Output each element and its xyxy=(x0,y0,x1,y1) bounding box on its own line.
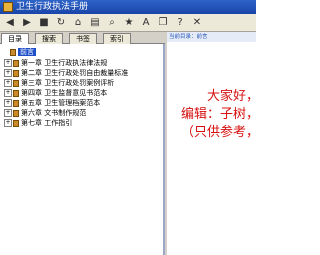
app-icon xyxy=(3,2,13,12)
expand-icon[interactable]: + xyxy=(4,59,12,67)
tab-bookmarks[interactable]: 书签 xyxy=(69,33,97,44)
tab-index[interactable]: 索引 xyxy=(103,33,131,44)
help-icon[interactable]: ? xyxy=(174,17,186,29)
toolbar: ◀ ▶ ■ ↻ ⌂ ▤ ⌕ ★ A ❐ ? ✕ xyxy=(0,14,256,32)
watermark-line: 编辑：子树， xyxy=(180,107,259,122)
tab-contents[interactable]: 目录 xyxy=(1,33,29,44)
favorites-icon[interactable]: ★ xyxy=(123,17,135,29)
chapter-label: 第五章 卫生管理档案范本 xyxy=(21,99,101,107)
book-icon xyxy=(13,99,19,107)
font-icon[interactable]: A xyxy=(140,17,152,29)
book-icon xyxy=(10,48,16,56)
chapter-label: 第一章 卫生行政执法律法规 xyxy=(21,59,108,67)
tree-item-chapter-2[interactable]: + 第二章 卫生行政处罚自由裁量标准 xyxy=(4,68,164,78)
print-icon[interactable]: ▤ xyxy=(89,17,101,29)
chapter-label: 第二章 卫生行政处罚自由裁量标准 xyxy=(21,69,129,77)
book-icon xyxy=(13,79,19,87)
chapter-label: 第三章 卫生行政处罚案例评析 xyxy=(21,79,115,87)
expand-icon[interactable]: + xyxy=(4,69,12,77)
title-bar: 卫生行政执法手册 xyxy=(0,0,256,14)
watermark-line: 大家好， xyxy=(206,89,259,104)
tree-item-chapter-7[interactable]: + 第七章 工作指引 xyxy=(4,118,164,128)
expand-icon[interactable]: + xyxy=(4,109,12,117)
tree-root[interactable]: 前言 xyxy=(4,47,164,57)
tree-item-chapter-3[interactable]: + 第三章 卫生行政处罚案例评析 xyxy=(4,78,164,88)
expand-icon[interactable]: + xyxy=(4,99,12,107)
stop-icon[interactable]: ■ xyxy=(38,17,50,29)
home-icon[interactable]: ⌂ xyxy=(72,17,84,29)
book-icon xyxy=(13,89,19,97)
book-icon xyxy=(13,59,19,67)
content-pane: 当前目录：前言 大家好， 编辑：子树， （只供参考， xyxy=(167,32,259,255)
exit-icon[interactable]: ✕ xyxy=(191,17,203,29)
forward-icon[interactable]: ▶ xyxy=(21,17,33,29)
chapter-label: 第六章 文书制作规范 xyxy=(21,109,87,117)
book-icon xyxy=(13,119,19,127)
tree-item-chapter-1[interactable]: + 第一章 卫生行政执法律法规 xyxy=(4,58,164,68)
tab-search[interactable]: 搜索 xyxy=(35,33,63,44)
navigation-pane: 目录 搜索 书签 索引 前言 + 第一章 卫生行政执法律法规 + 第二章 卫生行政处… xyxy=(0,32,165,255)
book-icon xyxy=(13,109,19,117)
watermark-text: 大家好， 编辑：子树， （只供参考， xyxy=(167,88,259,142)
nav-tabs: 目录 搜索 书签 索引 xyxy=(0,32,165,44)
app-window: 卫生行政执法手册 ◀ ▶ ■ ↻ ⌂ ▤ ⌕ ★ A ❐ ? ✕ 目录 搜索 书… xyxy=(0,0,259,255)
expand-icon[interactable]: + xyxy=(4,119,12,127)
back-icon[interactable]: ◀ xyxy=(4,17,16,29)
chapter-label: 第七章 工作指引 xyxy=(21,119,73,127)
tree-item-chapter-6[interactable]: + 第六章 文书制作规范 xyxy=(4,108,164,118)
refresh-icon[interactable]: ↻ xyxy=(55,17,67,29)
expand-icon[interactable]: + xyxy=(4,79,12,87)
copy-icon[interactable]: ❐ xyxy=(157,17,169,29)
tree-item-chapter-4[interactable]: + 第四章 卫生监督意见书范本 xyxy=(4,88,164,98)
window-title: 卫生行政执法手册 xyxy=(16,2,89,12)
tree-root-label[interactable]: 前言 xyxy=(18,48,36,56)
tree-item-chapter-5[interactable]: + 第五章 卫生管理档案范本 xyxy=(4,98,164,108)
current-location: 当前目录：前言 xyxy=(167,32,256,42)
chapter-label: 第四章 卫生监督意见书范本 xyxy=(21,89,108,97)
expand-icon[interactable]: + xyxy=(4,89,12,97)
book-icon xyxy=(13,69,19,77)
watermark-line: （只供参考， xyxy=(180,125,259,140)
search-icon[interactable]: ⌕ xyxy=(106,17,118,29)
